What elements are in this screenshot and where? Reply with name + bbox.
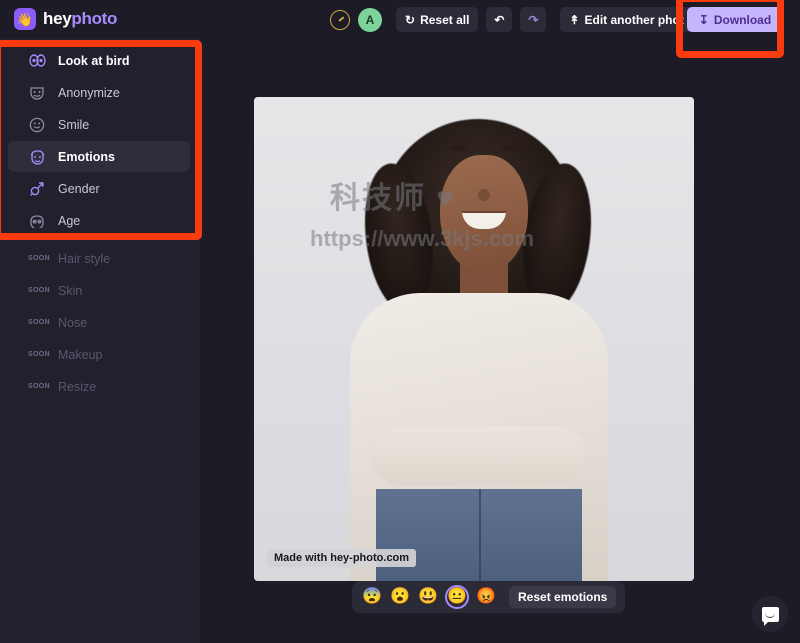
redo-button[interactable]: ↷ bbox=[520, 7, 547, 32]
edit-another-photo-button[interactable]: ↟ Edit another phot bbox=[560, 7, 693, 32]
sidebar-item-label: Hair style bbox=[58, 251, 111, 266]
emotion-surprise-button[interactable]: 😮 bbox=[389, 586, 411, 608]
logo-hey: hey bbox=[43, 9, 72, 28]
subject-arms bbox=[372, 427, 586, 485]
sidebar-item-label: Nose bbox=[58, 315, 88, 330]
soon-badge: SOON bbox=[28, 319, 50, 326]
smiley-icon bbox=[28, 116, 46, 134]
sidebar-item-nose: SOON Nose bbox=[8, 307, 190, 338]
sidebar-item-age[interactable]: Age bbox=[8, 205, 190, 236]
chat-bubble-icon bbox=[761, 606, 779, 626]
app-logo[interactable]: 👋 heyphoto bbox=[14, 8, 117, 30]
soon-badge: SOON bbox=[28, 287, 50, 294]
sidebar-item-look-at-bird[interactable]: Look at bird bbox=[8, 45, 190, 76]
age-face-icon bbox=[28, 212, 46, 230]
eyes-icon bbox=[28, 52, 46, 70]
top-toolbar: 👋 heyphoto A ↻ Reset all ↶ ↷ ↟ Edit anot… bbox=[0, 0, 800, 38]
emotion-anger-button[interactable]: 😡 bbox=[475, 586, 497, 608]
sidebar-item-label: Skin bbox=[58, 283, 83, 298]
edit-another-photo-label: Edit another phot bbox=[584, 12, 684, 27]
photo-caption: Made with hey-photo.com bbox=[267, 549, 417, 567]
heyphoto-app: 👋 heyphoto A ↻ Reset all ↶ ↷ ↟ Edit anot… bbox=[0, 0, 800, 643]
sidebar-item-skin: SOON Skin bbox=[8, 275, 190, 306]
sidebar-item-label: Age bbox=[58, 213, 81, 228]
soon-badge: SOON bbox=[28, 351, 50, 358]
sidebar-item-label: Makeup bbox=[58, 347, 103, 362]
emotion-happy-button[interactable]: 😃 bbox=[417, 586, 439, 608]
logo-photo: photo bbox=[71, 9, 118, 28]
chat-widget-button[interactable] bbox=[752, 596, 788, 632]
credits-meter-icon[interactable] bbox=[330, 9, 350, 30]
emotion-fear-button[interactable]: 😨 bbox=[361, 586, 383, 608]
undo-arrow-icon: ↶ bbox=[494, 12, 505, 27]
sidebar-item-label: Anonymize bbox=[58, 85, 120, 100]
sidebar-item-label: Smile bbox=[58, 117, 90, 132]
sidebar-item-emotions[interactable]: Emotions bbox=[8, 141, 190, 172]
subject-eye-right bbox=[502, 145, 518, 151]
sidebar-item-resize: SOON Resize bbox=[8, 371, 190, 402]
undo-button[interactable]: ↶ bbox=[486, 7, 513, 32]
emotion-face-icon bbox=[28, 148, 46, 166]
refresh-icon: ↻ bbox=[405, 12, 416, 27]
sidebar-item-makeup: SOON Makeup bbox=[8, 339, 190, 370]
avatar[interactable]: A bbox=[358, 7, 382, 32]
download-icon: ↧ bbox=[698, 12, 709, 27]
gender-icon bbox=[28, 180, 46, 198]
sidebar-item-label: Gender bbox=[58, 181, 100, 196]
redo-arrow-icon: ↷ bbox=[528, 12, 539, 27]
reset-emotions-button[interactable]: Reset emotions bbox=[509, 586, 617, 608]
sidebar-item-smile[interactable]: Smile bbox=[8, 109, 190, 140]
emotion-toolbar: 😨 😮 😃 😐 😡 Reset emotions bbox=[352, 581, 626, 613]
soon-badge: SOON bbox=[28, 255, 50, 262]
subject-jeans bbox=[376, 489, 582, 581]
logo-text: heyphoto bbox=[43, 9, 117, 29]
sidebar-item-anonymize[interactable]: Anonymize bbox=[8, 77, 190, 108]
sidebar-item-label: Resize bbox=[58, 379, 97, 394]
waving-hand-icon: 👋 bbox=[14, 8, 36, 30]
reset-all-button[interactable]: ↻ Reset all bbox=[396, 7, 479, 32]
sidebar-item-label: Emotions bbox=[58, 149, 115, 164]
chat-smile bbox=[765, 613, 775, 618]
sidebar-item-hair-style: SOON Hair style bbox=[8, 243, 190, 274]
sidebar-menu: Look at bird Anonymize Smile Emotions Ge… bbox=[0, 38, 200, 643]
soon-badge: SOON bbox=[28, 383, 50, 390]
toolbar-actions: A ↻ Reset all ↶ ↷ ↟ Edit another phot bbox=[330, 7, 693, 32]
upload-icon: ↟ bbox=[569, 12, 580, 27]
photo-preview[interactable]: Made with hey-photo.com bbox=[254, 97, 694, 581]
theater-mask-icon bbox=[28, 84, 46, 102]
reset-all-label: Reset all bbox=[420, 12, 470, 27]
download-label: Download bbox=[713, 12, 772, 27]
sidebar-item-label: Look at bird bbox=[58, 53, 130, 68]
sidebar-item-gender[interactable]: Gender bbox=[8, 173, 190, 204]
subject-eye-left bbox=[450, 145, 466, 151]
download-button[interactable]: ↧ Download bbox=[687, 7, 783, 32]
emotion-neutral-button[interactable]: 😐 bbox=[445, 585, 469, 609]
editor-canvas: Made with hey-photo.com 科技师 ♥ https://ww… bbox=[200, 38, 800, 643]
subject-nose bbox=[478, 189, 490, 201]
